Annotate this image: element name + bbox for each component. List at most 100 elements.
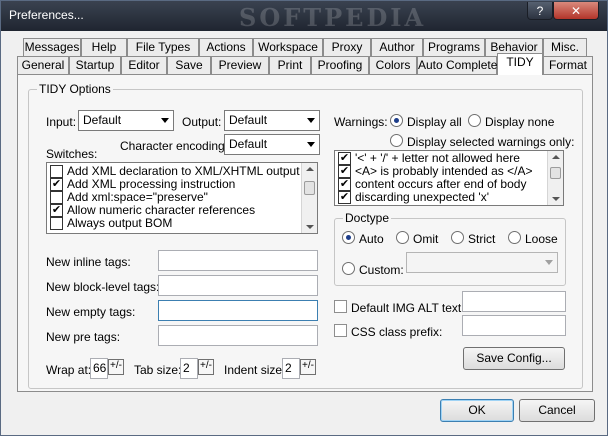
indent-size-input[interactable]: 2 (282, 358, 300, 379)
switch-checkbox[interactable] (50, 191, 63, 204)
doctype-custom-radio[interactable] (342, 262, 355, 275)
doctype-loose-label[interactable]: Loose (525, 232, 558, 246)
tab-preview[interactable]: Preview (211, 56, 269, 75)
new-inline-input[interactable] (158, 250, 318, 271)
preferences-window: Preferences... SOFTPEDIA ? ✕ Messages He… (0, 0, 608, 436)
warning-checkbox[interactable]: ✔ (338, 165, 351, 178)
tab-print[interactable]: Print (269, 56, 311, 75)
indent-size-label: Indent size: (224, 363, 286, 377)
chevron-down-icon (307, 118, 315, 123)
tab-workspace[interactable]: Workspace (253, 38, 323, 57)
css-prefix-checkbox[interactable] (334, 324, 347, 337)
tab-actions[interactable]: Actions (199, 38, 253, 57)
default-img-alt-input[interactable] (462, 291, 566, 312)
switch-item[interactable]: Always output BOM (47, 217, 301, 230)
tab-file-types[interactable]: File Types (127, 38, 199, 57)
window-title: Preferences... (9, 8, 84, 22)
tab-proxy[interactable]: Proxy (323, 38, 371, 57)
tab-programs[interactable]: Programs (423, 38, 485, 57)
doctype-loose-radio[interactable] (508, 231, 521, 244)
new-empty-input[interactable] (158, 300, 318, 321)
scroll-thumb[interactable] (304, 181, 315, 195)
tab-editor[interactable]: Editor (121, 56, 167, 75)
save-config-button[interactable]: Save Config... (463, 347, 565, 370)
switch-checkbox[interactable]: ✔ (50, 204, 63, 217)
wrap-input[interactable]: 66 (90, 358, 108, 379)
warn-display-none-radio[interactable] (468, 114, 481, 127)
tab-save[interactable]: Save (167, 56, 211, 75)
indent-size-spin-button[interactable]: +/- (300, 359, 316, 375)
warn-display-all-radio[interactable] (390, 114, 403, 127)
switch-checkbox[interactable]: ✔ (50, 178, 63, 191)
tab-size-spin-button[interactable]: +/- (198, 359, 214, 375)
wrap-spin-button[interactable]: +/- (108, 359, 124, 375)
warn-display-selected-label[interactable]: Display selected warnings only: (407, 135, 574, 149)
doctype-strict-radio[interactable] (451, 231, 464, 244)
doctype-auto-radio[interactable] (342, 231, 355, 244)
tab-misc[interactable]: Misc. (543, 38, 587, 57)
warning-item[interactable]: ✔ discarding unexpected 'x' (335, 191, 547, 204)
doctype-auto-label[interactable]: Auto (359, 232, 384, 246)
new-pre-input[interactable] (158, 325, 318, 346)
doctype-strict-label[interactable]: Strict (468, 232, 495, 246)
warning-label: discarding unexpected 'x' (355, 190, 489, 204)
input-select[interactable]: Default (78, 110, 174, 131)
cancel-button[interactable]: Cancel (519, 399, 595, 422)
warnings-scrollbar[interactable] (547, 151, 563, 205)
scroll-down-icon[interactable] (306, 225, 314, 229)
switches-list[interactable]: Add XML declaration to XML/XHTML output ✔… (46, 162, 318, 234)
char-encoding-label: Character encoding: (120, 139, 229, 153)
tab-format[interactable]: Format (543, 56, 593, 75)
output-label: Output: (182, 115, 222, 129)
input-select-value: Default (83, 113, 122, 127)
scroll-down-icon[interactable] (552, 197, 560, 201)
scroll-thumb[interactable] (550, 167, 561, 179)
css-prefix-input[interactable] (462, 315, 566, 336)
warn-display-selected-radio[interactable] (390, 134, 403, 147)
title-bar[interactable]: Preferences... SOFTPEDIA ? ✕ (1, 1, 607, 32)
close-button[interactable]: ✕ (553, 2, 599, 20)
warn-display-all-label[interactable]: Display all (407, 115, 462, 129)
warning-checkbox[interactable]: ✔ (338, 152, 351, 165)
input-label: Input: (46, 115, 77, 129)
ok-button[interactable]: OK (440, 399, 514, 422)
new-inline-label: New inline tags: (46, 255, 131, 269)
tab-help[interactable]: Help (81, 38, 127, 57)
doctype-custom-label[interactable]: Custom: (359, 263, 404, 277)
tab-proofing[interactable]: Proofing (311, 56, 369, 75)
output-select[interactable]: Default (224, 110, 320, 131)
wrap-label: Wrap at: (46, 363, 92, 377)
warning-checkbox[interactable]: ✔ (338, 191, 351, 204)
scroll-up-icon[interactable] (306, 167, 314, 171)
tab-colors[interactable]: Colors (369, 56, 417, 75)
doctype-omit-label[interactable]: Omit (413, 232, 438, 246)
default-img-alt-label[interactable]: Default IMG ALT text: (351, 301, 465, 315)
switch-checkbox[interactable] (50, 217, 63, 230)
tab-size-input[interactable]: 2 (180, 358, 198, 379)
char-encoding-select[interactable]: Default (224, 134, 320, 155)
warnings-list[interactable]: ✔ '<' + '/' + letter not allowed here ✔ <A>… (334, 150, 564, 206)
doctype-title: Doctype (343, 211, 392, 225)
css-prefix-label[interactable]: CSS class prefix: (351, 325, 442, 339)
switch-checkbox[interactable] (50, 165, 63, 178)
scroll-up-icon[interactable] (552, 155, 560, 159)
warning-checkbox[interactable]: ✔ (338, 178, 351, 191)
default-img-alt-checkbox[interactable] (334, 300, 347, 313)
tab-tidy[interactable]: TIDY (497, 53, 543, 75)
warnings-label: Warnings: (334, 115, 388, 129)
tab-general[interactable]: General (17, 56, 69, 75)
tab-startup[interactable]: Startup (69, 56, 121, 75)
new-block-input[interactable] (158, 275, 318, 296)
doctype-custom-select[interactable] (406, 252, 558, 273)
tab-size-label: Tab size: (134, 363, 182, 377)
tab-messages[interactable]: Messages (23, 38, 81, 57)
doctype-omit-radio[interactable] (396, 231, 409, 244)
switches-scrollbar[interactable] (301, 163, 317, 233)
warn-display-none-label[interactable]: Display none (485, 115, 554, 129)
tab-auto-complete[interactable]: Auto Complete (417, 56, 497, 75)
tab-author[interactable]: Author (371, 38, 423, 57)
help-button[interactable]: ? (527, 2, 553, 20)
new-block-label: New block-level tags: (46, 280, 160, 294)
tidy-tab-panel: TIDY Options Input: Default Output: Defa… (17, 74, 593, 392)
char-encoding-value: Default (229, 137, 268, 151)
